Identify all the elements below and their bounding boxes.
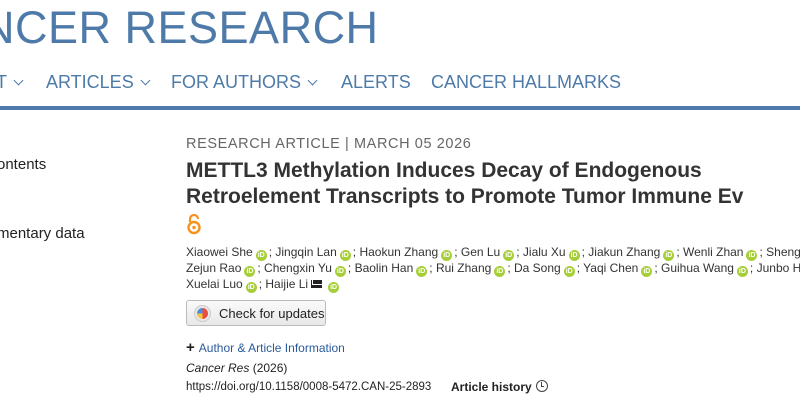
orcid-icon[interactable]: iD <box>255 250 267 261</box>
author-separator: ; <box>516 245 523 259</box>
orcid-icon[interactable]: iD <box>328 282 340 293</box>
sidebar-item-supplementary-data[interactable]: mentary data <box>0 225 85 242</box>
orcid-icon[interactable]: iD <box>494 266 506 277</box>
author-name[interactable]: Xuelai Luo <box>186 277 243 291</box>
nav-item-cancer-hallmarks[interactable]: CANCER HALLMARKS <box>431 72 621 93</box>
orcid-icon[interactable]: iD <box>441 250 453 261</box>
orcid-icon[interactable]: iD <box>416 266 428 277</box>
orcid-icon[interactable]: iD <box>568 250 580 261</box>
author-name[interactable]: Guihua Wang <box>661 261 734 275</box>
chevron-down-icon <box>307 75 318 86</box>
nav-item-for-authors[interactable]: FOR AUTHORS <box>171 72 318 93</box>
author-article-info-label: Author & Article Information <box>198 341 345 355</box>
author-name[interactable]: Zejun Rao <box>186 261 241 275</box>
author-name[interactable]: Baolin Han <box>355 261 414 275</box>
nav-item-label: CANCER HALLMARKS <box>431 72 622 92</box>
journal-brand[interactable]: NCER RESEARCH <box>0 2 379 54</box>
nav-item-label: ALERTS <box>341 72 411 92</box>
author-list-line-2: Zejun Rao iD; Chengxin Yu iD; Baolin Han iD… <box>186 261 800 277</box>
orcid-icon[interactable]: iD <box>503 250 515 261</box>
orcid-icon[interactable]: iD <box>736 266 748 277</box>
author-separator: ; <box>654 261 661 275</box>
nav-divider <box>0 106 800 110</box>
author-name[interactable]: Yaqi Chen <box>583 261 638 275</box>
author-article-info-toggle[interactable]: + Author & Article Information <box>186 339 345 356</box>
author-separator: ; <box>347 261 355 275</box>
author-list-line-1: Xiaowei She iD; Jingqin Lan iD; Haokun Zha… <box>186 245 800 261</box>
journal-name: Cancer Res <box>186 361 250 375</box>
author-separator: ; <box>749 261 757 275</box>
author-name[interactable]: Rui Zhang <box>436 261 491 275</box>
author-name[interactable]: Xiaowei She <box>186 245 253 259</box>
orcid-icon[interactable]: iD <box>334 266 346 277</box>
author-name[interactable]: Wenli Zhan <box>683 245 743 259</box>
author-name[interactable]: Haijie Li <box>265 277 308 291</box>
author-name[interactable]: Jingqin Lan <box>275 245 336 259</box>
author-name[interactable]: Chengxin Yu <box>264 261 332 275</box>
author-name[interactable]: Gen Lu <box>461 245 500 259</box>
author-name[interactable]: Da Song <box>514 261 561 275</box>
chevron-down-icon <box>13 75 24 86</box>
author-separator: ; <box>507 261 514 275</box>
article-history-button[interactable]: Article history <box>451 380 532 394</box>
check-for-updates-label: Check for updates <box>219 306 325 321</box>
author-separator: ; <box>454 245 461 259</box>
check-for-updates-button[interactable]: Check for updates <box>186 300 326 326</box>
citation-year: (2026) <box>252 361 288 375</box>
citation: Cancer Res (2026) <box>186 361 287 375</box>
author-separator: ; <box>429 261 436 275</box>
author-separator: ; <box>676 245 683 259</box>
article-type-date: RESEARCH ARTICLE | MARCH 05 2026 <box>186 136 472 152</box>
nav-item-articles[interactable]: ARTICLES <box>46 72 151 93</box>
open-access-lock-icon <box>187 213 201 235</box>
orcid-icon[interactable]: iD <box>746 250 758 261</box>
email-icon[interactable] <box>311 280 323 288</box>
orcid-icon[interactable]: iD <box>563 266 575 277</box>
orcid-icon[interactable]: iD <box>245 282 257 293</box>
author-name[interactable]: Haokun Zhang <box>359 245 438 259</box>
author-name[interactable]: Shengjie F <box>766 245 800 259</box>
chevron-down-icon <box>140 75 151 86</box>
article-title-line-1: METTL3 Methylation Induces Decay of Endo… <box>186 159 702 182</box>
author-name[interactable]: Jiakun Zhang <box>588 245 660 259</box>
nav-item-label: ARTICLES <box>46 72 134 92</box>
crossmark-icon <box>194 305 211 322</box>
orcid-icon[interactable]: iD <box>663 250 675 261</box>
orcid-icon[interactable]: iD <box>641 266 653 277</box>
article-title-line-2: Retroelement Transcripts to Promote Tumo… <box>186 185 744 208</box>
orcid-icon[interactable]: iD <box>244 266 256 277</box>
plus-icon: + <box>186 339 195 356</box>
clock-icon[interactable] <box>536 380 548 392</box>
author-name[interactable]: Junbo Hu <box>757 261 800 275</box>
author-list-line-3: Xuelai Luo iD; Haijie Li iD <box>186 277 341 293</box>
orcid-icon[interactable]: iD <box>339 250 351 261</box>
author-name[interactable]: Jialu Xu <box>523 245 566 259</box>
nav-item-alerts[interactable]: ALERTS <box>341 72 411 93</box>
nav-item-label: FOR AUTHORS <box>171 72 302 92</box>
nav-item-t[interactable]: T <box>0 72 24 93</box>
nav-item-label: T <box>0 72 7 92</box>
doi-link[interactable]: https://doi.org/10.1158/0008-5472.CAN-25… <box>186 381 431 393</box>
sidebar-item-contents[interactable]: ontents <box>0 156 46 173</box>
